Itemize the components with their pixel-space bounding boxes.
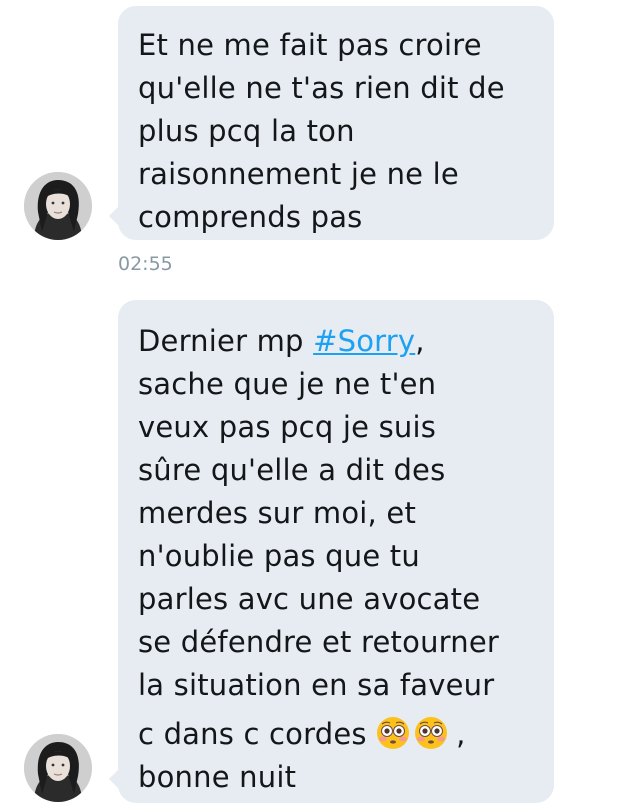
avatar-photo-icon: [24, 172, 92, 240]
message-timestamp: 02:55: [118, 253, 173, 275]
avatar-photo-icon: [24, 734, 92, 802]
message-line-1: Dernier mp #Sorry,: [138, 320, 534, 363]
message-line: bonne nuit: [138, 760, 297, 794]
message-line: se défendre et retourner: [138, 625, 500, 659]
message-text: ,: [456, 717, 466, 751]
sender-avatar[interactable]: [24, 734, 92, 802]
message-text: Dernier mp: [138, 324, 314, 358]
message-line: sache que je ne t'en: [138, 367, 437, 401]
hashtag-link[interactable]: #Sorry: [313, 324, 415, 358]
message-line: la situation en sa faveur: [138, 668, 495, 702]
message-text: ,: [415, 324, 425, 358]
message-line: merdes sur moi, et: [138, 496, 417, 530]
message-line-emoji: c dans c cordes ,: [138, 713, 534, 756]
sender-avatar[interactable]: [24, 172, 92, 240]
message-bubble-1[interactable]: Et ne me fait pas croire qu'elle ne t'as…: [109, 6, 554, 240]
message-bubble-2[interactable]: Dernier mp #Sorry, sache que je ne t'en …: [109, 300, 554, 803]
message-line: comprends pas: [138, 200, 363, 234]
message-text: c dans c cordes: [138, 717, 377, 751]
message-line: veux pas pcq je suis: [138, 410, 437, 444]
message-line: Et ne me fait pas croire: [138, 28, 482, 62]
message-line: parles avc une avocate: [138, 582, 481, 616]
message-line: n'oublie pas que tu: [138, 539, 420, 573]
flushed-face-emoji-icon: [415, 717, 448, 749]
flushed-face-emoji-icon: [377, 717, 410, 749]
message-line: qu'elle ne t'as rien dit de: [138, 71, 505, 105]
message-line: sûre qu'elle a dit des: [138, 453, 446, 487]
message-line: raisonnement je ne le: [138, 157, 459, 191]
dm-conversation: Et ne me fait pas croire qu'elle ne t'as…: [0, 0, 640, 809]
message-line: plus pcq la ton: [138, 114, 355, 148]
